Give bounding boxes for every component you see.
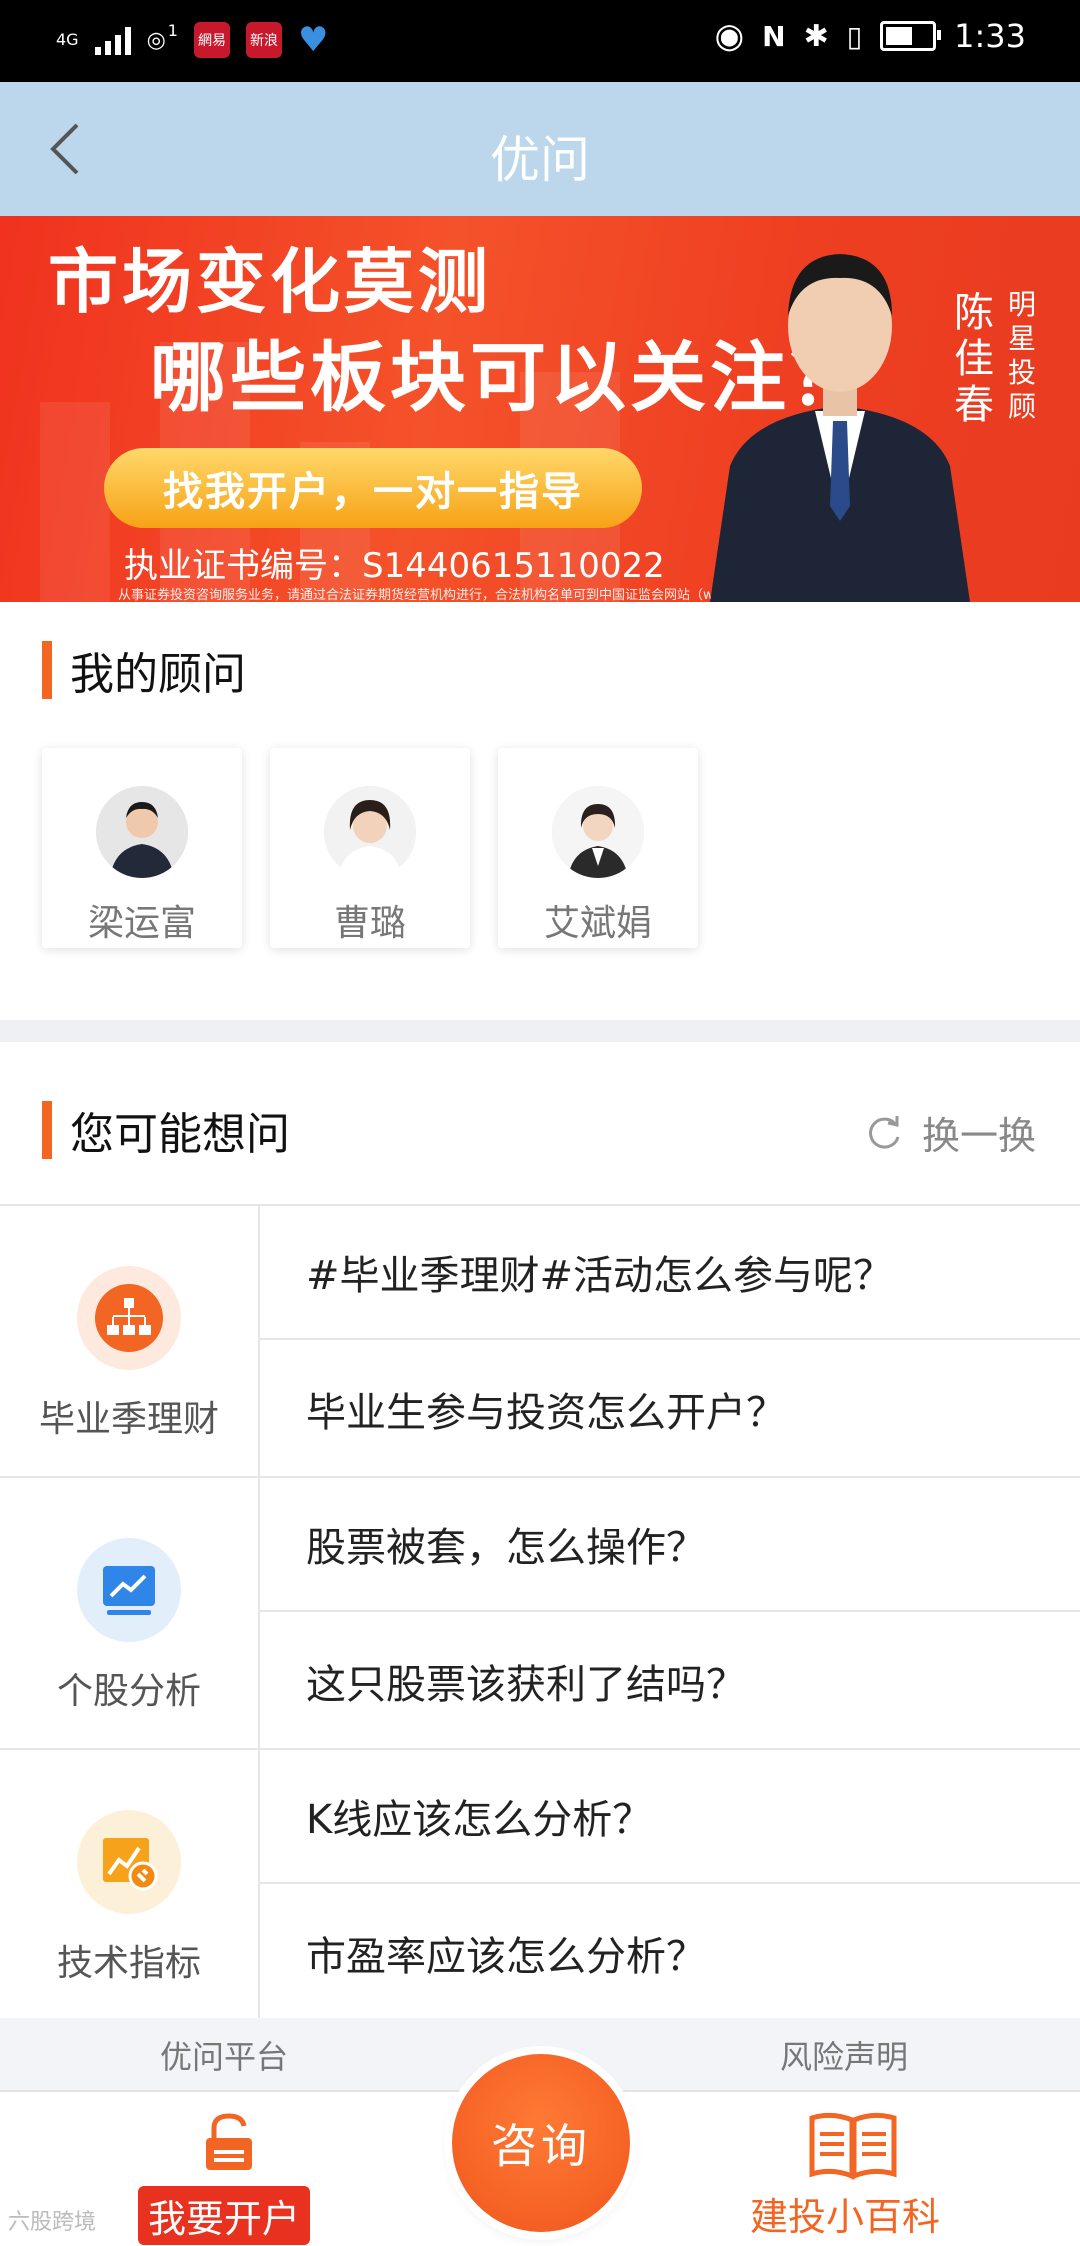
question-item[interactable]: 这只股票该获利了结吗？: [260, 1614, 1080, 1748]
refresh-label: 换一换: [921, 1114, 1036, 1158]
risk-statement-link[interactable]: 风险声明: [780, 2032, 908, 2078]
network-type: 4G: [56, 30, 79, 49]
trend-chart-icon: [103, 1566, 155, 1615]
promo-banner[interactable]: 市场变化莫测 哪些板块可以关注？ 找我开户，一对一指导 执业证书编号：S1440…: [0, 216, 1080, 602]
platform-link[interactable]: 优问平台: [160, 2032, 288, 2078]
certificate-number: 执业证书编号：S1440615110022: [124, 546, 665, 586]
consult-button[interactable]: 咨询: [452, 2054, 630, 2232]
advisor-portrait: [710, 254, 970, 602]
refresh-button[interactable]: 换一换: [864, 1105, 1036, 1160]
category-technical-indicators[interactable]: 技术指标: [0, 1750, 260, 2020]
advisor-name: 梁运富: [87, 903, 196, 944]
signal-icon: [94, 25, 131, 55]
avatar: [324, 786, 416, 878]
question-group: 个股分析 股票被套，怎么操作？ 这只股票该获利了结吗？: [0, 1478, 1080, 1750]
status-bar: 4G ◎ 1 網易 新浪 ♥ ◉ N ✱ ▯ 1:33: [0, 0, 1080, 82]
sim-badge: 1: [167, 21, 178, 40]
banner-advisor-name: 陈佳春: [954, 290, 994, 428]
nav-bar: 优问: [0, 82, 1080, 216]
section-accent-bar: [42, 1101, 52, 1159]
tab-open-account[interactable]: 我要开户: [130, 2092, 330, 2246]
category-icon-bg: [77, 1538, 181, 1642]
question-item[interactable]: K线应该怎么分析？: [260, 1750, 1080, 1884]
refresh-icon: [869, 1115, 900, 1149]
tab-open-account-label: 我要开户: [138, 2186, 311, 2245]
tab-encyclopedia[interactable]: 建投小百科: [740, 2092, 970, 2246]
questions-header: 您可能想问: [42, 1098, 290, 1162]
advisor-name: 艾斌娟: [543, 903, 652, 944]
nfc-icon: N: [762, 19, 786, 53]
eye-icon: ◉: [714, 16, 745, 56]
watermark: 六股跨境: [8, 2210, 97, 2235]
banner-decoration: [40, 402, 110, 602]
advisor-card[interactable]: 曹璐: [270, 748, 470, 948]
tab-encyclopedia-label: 建投小百科: [750, 2195, 941, 2239]
section-accent-bar: [42, 641, 52, 699]
category-label: 个股分析: [56, 1671, 201, 1712]
battery-icon: [880, 21, 942, 51]
banner-headline-1: 市场变化莫测: [48, 240, 492, 323]
advisor-name: 曹璐: [333, 903, 406, 944]
category-label: 毕业季理财: [38, 1399, 219, 1440]
question-item[interactable]: #毕业季理财#活动怎么参与呢？: [260, 1206, 1080, 1340]
unlock-icon: [206, 2113, 252, 2170]
category-graduation-finance[interactable]: 毕业季理财: [0, 1206, 260, 1476]
bluetooth-icon: ✱: [803, 18, 829, 54]
status-right: ◉ N ✱ ▯ 1:33: [714, 16, 1026, 56]
heart-app-icon: ♥: [297, 20, 329, 60]
question-group: 毕业季理财 #毕业季理财#活动怎么参与呢？ 毕业生参与投资怎么开户？: [0, 1206, 1080, 1478]
open-account-cta[interactable]: 找我开户，一对一指导: [104, 448, 642, 528]
category-label: 技术指标: [56, 1943, 201, 1984]
question-item[interactable]: 股票被套，怎么操作？: [260, 1478, 1080, 1612]
advisor-card[interactable]: 梁运富: [42, 748, 242, 948]
vibrate-icon: ▯: [846, 19, 863, 53]
wifi-icon: ◎: [146, 27, 166, 53]
sina-app-icon: 新浪: [245, 22, 282, 58]
category-stock-analysis[interactable]: 个股分析: [0, 1478, 260, 1748]
open-book-icon: [809, 2112, 897, 2180]
question-grid: 毕业季理财 #毕业季理财#活动怎么参与呢？ 毕业生参与投资怎么开户？ 个股分析 …: [0, 1204, 1080, 2022]
status-left: 4G ◎ 1 網易 新浪 ♥: [56, 20, 328, 60]
question-group: 技术指标 K线应该怎么分析？ 市盈率应该怎么分析？: [0, 1750, 1080, 2022]
banner-advisor-tag: 明星投顾: [1007, 288, 1036, 423]
question-item[interactable]: 市盈率应该怎么分析？: [260, 1886, 1080, 2020]
questions-title: 您可能想问: [70, 1109, 290, 1160]
advisors-title: 我的顾问: [70, 649, 246, 700]
category-icon-bg: [77, 1266, 181, 1370]
clock: 1:33: [954, 17, 1026, 55]
chart-wrench-icon: [103, 1838, 158, 1891]
netease-app-icon: 網易: [193, 22, 230, 58]
avatar: [552, 786, 644, 878]
avatar: [96, 786, 188, 878]
category-icon-bg: [77, 1810, 181, 1914]
section-divider: [0, 1020, 1080, 1042]
org-chart-icon: [95, 1284, 163, 1352]
page-title: 优问: [490, 131, 590, 189]
advisors-header: 我的顾问: [42, 638, 246, 702]
question-item[interactable]: 毕业生参与投资怎么开户？: [260, 1342, 1080, 1476]
advisor-card[interactable]: 艾斌娟: [498, 748, 698, 948]
